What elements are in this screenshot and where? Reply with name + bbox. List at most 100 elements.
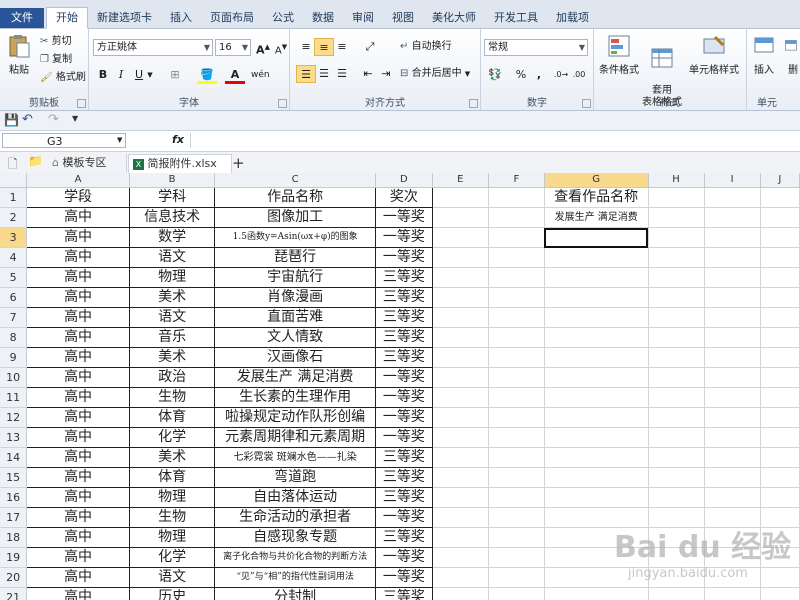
row-header[interactable]: 21 [0,587,28,600]
align-top-icon[interactable]: ≡ [296,38,316,56]
empty-cell[interactable] [704,267,761,288]
data-cell[interactable]: “见”与“相”的指代性副词用法 [214,567,376,588]
empty-cell[interactable] [488,387,545,408]
row-header[interactable]: 16 [0,487,28,508]
empty-cell[interactable] [704,447,761,468]
data-cell[interactable]: 高中 [26,467,130,488]
empty-cell[interactable] [432,367,489,388]
comma-button[interactable]: , [529,66,549,84]
data-cell[interactable]: 生长素的生理作用 [214,387,376,408]
empty-cell[interactable] [704,227,761,248]
empty-cell[interactable] [760,327,800,348]
empty-cell[interactable] [760,227,800,248]
empty-cell[interactable] [488,447,545,468]
empty-cell[interactable] [544,347,649,368]
empty-cell[interactable] [488,547,545,568]
copy-button[interactable]: ❐ 复制 [40,52,72,68]
row-header[interactable]: 1 [0,187,28,208]
empty-cell[interactable] [432,447,489,468]
data-cell[interactable]: 图像加工 [214,207,376,228]
number-format-select[interactable]: 常规 ▼ [484,39,588,56]
row-header[interactable]: 20 [0,567,28,588]
empty-cell[interactable] [760,247,800,268]
italic-button[interactable]: I [111,66,131,84]
font-launcher-icon[interactable] [278,99,287,108]
empty-cell[interactable] [432,307,489,328]
empty-cell[interactable] [704,467,761,488]
data-cell[interactable]: 文人情致 [214,327,376,348]
empty-cell[interactable] [432,187,489,208]
empty-cell[interactable] [704,407,761,428]
row-header[interactable]: 9 [0,347,28,368]
empty-cell[interactable] [648,407,705,428]
data-cell[interactable]: 自感现象专题 [214,527,376,548]
data-cell[interactable]: 物理 [129,527,216,548]
empty-cell[interactable] [760,407,800,428]
name-box[interactable]: G3 [2,133,126,148]
empty-cell[interactable] [488,527,545,548]
tab-formulas[interactable]: 公式 [263,8,303,28]
empty-cell[interactable] [760,427,800,448]
empty-cell[interactable] [488,227,545,248]
data-cell[interactable]: 一等奖 [375,507,433,528]
data-cell[interactable]: 高中 [26,367,130,388]
empty-cell[interactable] [488,307,545,328]
decrease-indent-icon[interactable]: ⇤ [358,65,378,83]
empty-cell[interactable] [432,527,489,548]
empty-cell[interactable] [544,467,649,488]
empty-cell[interactable] [432,267,489,288]
data-cell[interactable]: 一等奖 [375,367,433,388]
data-cell[interactable]: 三等奖 [375,587,433,600]
empty-cell[interactable] [544,427,649,448]
data-cell[interactable]: 高中 [26,227,130,248]
data-cell[interactable]: 音乐 [129,327,216,348]
data-cell[interactable]: 三等奖 [375,447,433,468]
data-cell[interactable]: 历史 [129,587,216,600]
data-cell[interactable]: 高中 [26,387,130,408]
tab-addins[interactable]: 加载项 [547,8,598,28]
empty-cell[interactable] [648,367,705,388]
empty-cell[interactable] [544,367,649,388]
empty-cell[interactable] [488,587,545,600]
empty-cell[interactable] [648,287,705,308]
paste-button[interactable]: 粘贴 [4,33,34,76]
align-left-icon[interactable]: ☰ [296,65,316,83]
alignment-launcher-icon[interactable] [469,99,478,108]
empty-cell[interactable] [432,567,489,588]
empty-cell[interactable] [432,387,489,408]
data-cell[interactable]: 政治 [129,367,216,388]
empty-cell[interactable] [432,287,489,308]
row-header[interactable]: 3 [0,227,28,248]
data-cell[interactable]: 数学 [129,227,216,248]
row-header[interactable]: 17 [0,507,28,528]
data-cell[interactable]: 体育 [129,467,216,488]
empty-cell[interactable] [704,327,761,348]
empty-cell[interactable] [432,467,489,488]
data-cell[interactable]: 一等奖 [375,427,433,448]
active-cell[interactable] [544,227,649,248]
data-cell[interactable]: 高中 [26,547,130,568]
align-middle-icon[interactable]: ≡ [314,38,334,56]
empty-cell[interactable] [760,267,800,288]
empty-cell[interactable] [488,207,545,228]
empty-cell[interactable] [760,467,800,488]
header-cell[interactable]: 作品名称 [214,187,376,208]
redo-icon[interactable]: ↷ [48,112,59,127]
empty-cell[interactable] [488,467,545,488]
row-header[interactable]: 19 [0,547,28,568]
data-cell[interactable]: 三等奖 [375,487,433,508]
empty-cell[interactable] [432,247,489,268]
empty-cell[interactable] [432,227,489,248]
data-cell[interactable]: 高中 [26,307,130,328]
header-cell[interactable]: 学科 [129,187,216,208]
empty-cell[interactable] [544,487,649,508]
empty-cell[interactable] [760,347,800,368]
fill-color-icon[interactable]: 🪣 [197,66,217,84]
empty-cell[interactable] [432,547,489,568]
data-cell[interactable]: 一等奖 [375,227,433,248]
data-cell[interactable]: 美术 [129,447,216,468]
increase-decimal-icon[interactable]: .0→ [551,66,571,84]
data-cell[interactable]: 三等奖 [375,527,433,548]
column-header[interactable]: J [760,173,800,188]
empty-cell[interactable] [704,367,761,388]
